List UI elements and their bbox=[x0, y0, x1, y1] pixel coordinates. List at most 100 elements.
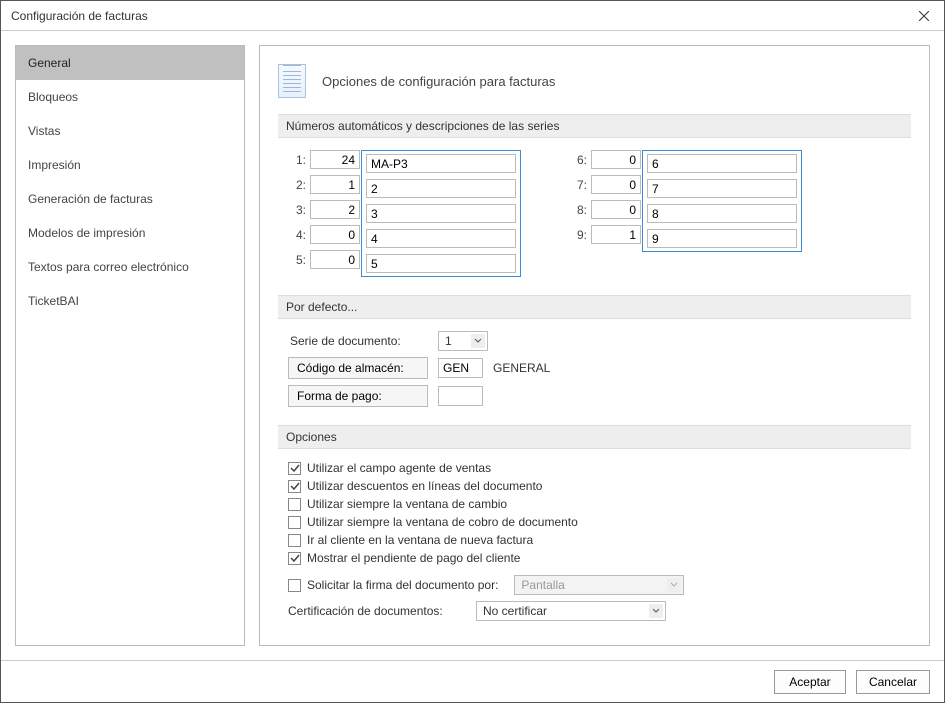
close-button[interactable] bbox=[904, 1, 944, 31]
sidebar-item-2[interactable]: Vistas bbox=[16, 114, 244, 148]
serie-value: 1 bbox=[445, 334, 452, 348]
series-desc-group bbox=[361, 150, 521, 277]
series-row: 1: bbox=[288, 150, 360, 169]
option-row: Utilizar siempre la ventana de cambio bbox=[288, 497, 911, 511]
footer: Aceptar Cancelar bbox=[1, 660, 944, 702]
option-row: Ir al cliente en la ventana de nueva fac… bbox=[288, 533, 911, 547]
option-checkbox[interactable] bbox=[288, 498, 301, 511]
close-icon bbox=[919, 11, 929, 21]
option-row: Mostrar el pendiente de pago del cliente bbox=[288, 551, 911, 565]
sidebar-item-6[interactable]: Textos para correo electrónico bbox=[16, 250, 244, 284]
series-desc-input[interactable] bbox=[647, 204, 797, 223]
series-num-input[interactable] bbox=[310, 200, 360, 219]
series-desc-input[interactable] bbox=[366, 179, 516, 198]
series-label: 5: bbox=[288, 253, 306, 267]
series-desc-input[interactable] bbox=[647, 154, 797, 173]
firma-value: Pantalla bbox=[521, 578, 564, 592]
almacen-button[interactable]: Código de almacén: bbox=[288, 357, 428, 379]
page-header: Opciones de configuración para facturas bbox=[278, 64, 911, 98]
series-desc-input[interactable] bbox=[647, 179, 797, 198]
section-header-options: Opciones bbox=[278, 425, 911, 449]
option-label: Utilizar el campo agente de ventas bbox=[307, 461, 491, 475]
pago-input[interactable] bbox=[438, 386, 483, 406]
firma-label: Solicitar la firma del documento por: bbox=[307, 578, 498, 592]
series-desc-input[interactable] bbox=[366, 204, 516, 223]
series-label: 9: bbox=[569, 228, 587, 242]
option-checkbox[interactable] bbox=[288, 516, 301, 529]
series-num-input[interactable] bbox=[310, 150, 360, 169]
serie-label: Serie de documento: bbox=[288, 334, 428, 348]
sidebar-item-4[interactable]: Generación de facturas bbox=[16, 182, 244, 216]
serie-combo[interactable]: 1 bbox=[438, 331, 488, 351]
series-num-input[interactable] bbox=[310, 250, 360, 269]
page-title: Opciones de configuración para facturas bbox=[322, 74, 555, 89]
series-row: 8: bbox=[569, 200, 641, 219]
option-label: Mostrar el pendiente de pago del cliente bbox=[307, 551, 520, 565]
chevron-down-icon bbox=[667, 578, 681, 592]
option-label: Utilizar descuentos en líneas del docume… bbox=[307, 479, 542, 493]
series-label: 6: bbox=[569, 153, 587, 167]
option-row: Utilizar descuentos en líneas del docume… bbox=[288, 479, 911, 493]
option-checkbox[interactable] bbox=[288, 534, 301, 547]
pago-button[interactable]: Forma de pago: bbox=[288, 385, 428, 407]
series-label: 7: bbox=[569, 178, 587, 192]
series-num-input[interactable] bbox=[591, 200, 641, 219]
series-label: 1: bbox=[288, 153, 306, 167]
series-label: 2: bbox=[288, 178, 306, 192]
option-label: Utilizar siempre la ventana de cambio bbox=[307, 497, 507, 511]
chevron-down-icon bbox=[471, 334, 485, 348]
series-num-input[interactable] bbox=[310, 225, 360, 244]
series-num-input[interactable] bbox=[310, 175, 360, 194]
series-desc-input[interactable] bbox=[647, 229, 797, 248]
series-desc-input[interactable] bbox=[366, 154, 516, 173]
main-panel: Opciones de configuración para facturas … bbox=[259, 45, 930, 646]
series-row: 3: bbox=[288, 200, 360, 219]
section-header-defaults: Por defecto... bbox=[278, 295, 911, 319]
option-checkbox[interactable] bbox=[288, 480, 301, 493]
firma-checkbox[interactable] bbox=[288, 579, 301, 592]
option-label: Utilizar siempre la ventana de cobro de … bbox=[307, 515, 578, 529]
almacen-code-input[interactable] bbox=[438, 358, 483, 378]
dialog-body: GeneralBloqueosVistasImpresiónGeneración… bbox=[1, 31, 944, 660]
series-label: 8: bbox=[569, 203, 587, 217]
series-row: 9: bbox=[569, 225, 641, 244]
titlebar: Configuración de facturas bbox=[1, 1, 944, 31]
options-list: Utilizar el campo agente de ventas Utiliz… bbox=[288, 461, 911, 565]
series-row: 5: bbox=[288, 250, 360, 269]
cert-combo[interactable]: No certificar bbox=[476, 601, 666, 621]
series-desc-input[interactable] bbox=[366, 229, 516, 248]
accept-button[interactable]: Aceptar bbox=[774, 670, 846, 694]
sidebar: GeneralBloqueosVistasImpresiónGeneración… bbox=[15, 45, 245, 646]
defaults-block: Serie de documento: 1 Código de almacén:… bbox=[288, 331, 911, 407]
series-grid: 1: 2: 3: 4: 5: 6: 7: 8: 9: bbox=[288, 150, 911, 277]
sidebar-item-0[interactable]: General bbox=[16, 46, 244, 80]
cert-value: No certificar bbox=[483, 604, 547, 618]
sidebar-item-1[interactable]: Bloqueos bbox=[16, 80, 244, 114]
series-row: 4: bbox=[288, 225, 360, 244]
sidebar-item-7[interactable]: TicketBAI bbox=[16, 284, 244, 318]
window-title: Configuración de facturas bbox=[11, 9, 904, 23]
series-num-input[interactable] bbox=[591, 175, 641, 194]
series-row: 7: bbox=[569, 175, 641, 194]
series-num-input[interactable] bbox=[591, 150, 641, 169]
option-row: Utilizar siempre la ventana de cobro de … bbox=[288, 515, 911, 529]
chevron-down-icon bbox=[649, 604, 663, 618]
series-num-input[interactable] bbox=[591, 225, 641, 244]
option-label: Ir al cliente en la ventana de nueva fac… bbox=[307, 533, 533, 547]
series-row: 6: bbox=[569, 150, 641, 169]
option-checkbox[interactable] bbox=[288, 462, 301, 475]
sidebar-item-5[interactable]: Modelos de impresión bbox=[16, 216, 244, 250]
option-checkbox[interactable] bbox=[288, 552, 301, 565]
series-desc-group bbox=[642, 150, 802, 252]
section-header-series: Números automáticos y descripciones de l… bbox=[278, 114, 911, 138]
series-col-left: 1: 2: 3: 4: 5: bbox=[288, 150, 521, 277]
series-desc-input[interactable] bbox=[366, 254, 516, 273]
cancel-button[interactable]: Cancelar bbox=[856, 670, 930, 694]
option-row: Utilizar el campo agente de ventas bbox=[288, 461, 911, 475]
series-row: 2: bbox=[288, 175, 360, 194]
firma-combo: Pantalla bbox=[514, 575, 684, 595]
series-col-right: 6: 7: 8: 9: bbox=[569, 150, 802, 277]
series-label: 3: bbox=[288, 203, 306, 217]
sidebar-item-3[interactable]: Impresión bbox=[16, 148, 244, 182]
cert-label: Certificación de documentos: bbox=[288, 604, 466, 618]
